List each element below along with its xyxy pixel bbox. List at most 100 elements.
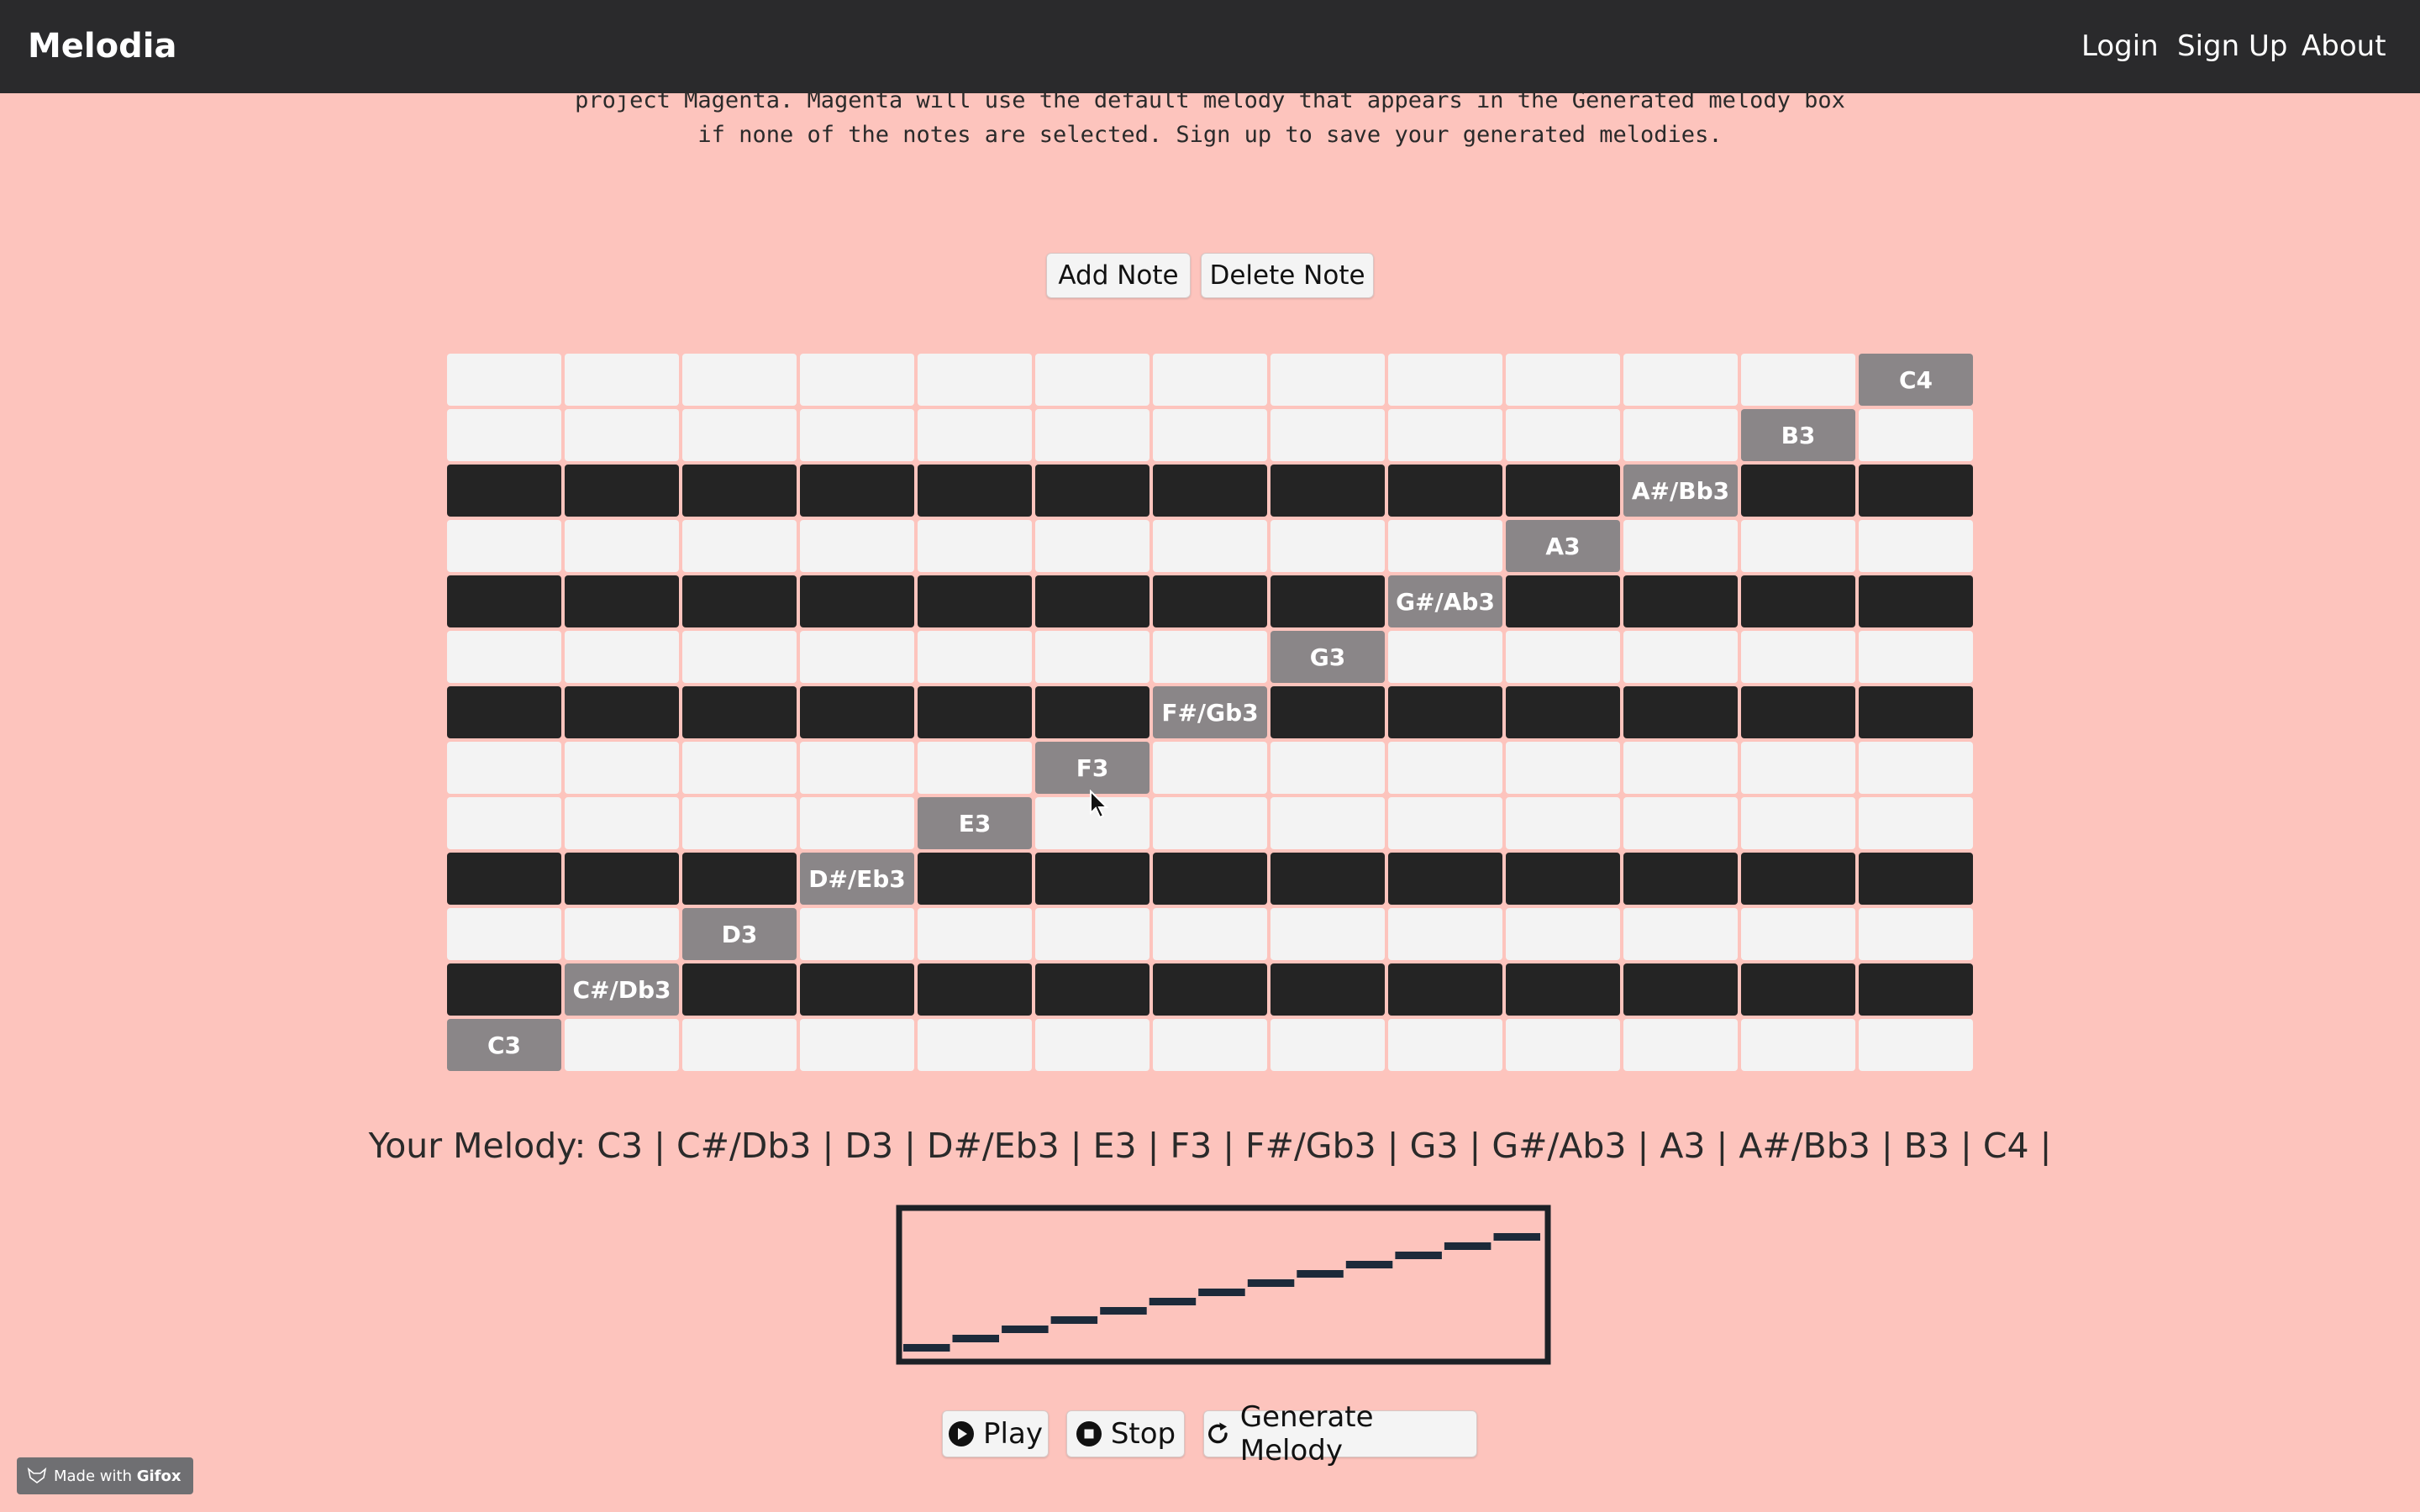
- note-cell[interactable]: [1388, 853, 1502, 905]
- note-cell[interactable]: [447, 631, 561, 683]
- note-cell[interactable]: [1859, 797, 1973, 849]
- note-cell[interactable]: [1388, 686, 1502, 738]
- note-cell[interactable]: [1506, 686, 1620, 738]
- note-cell[interactable]: [447, 354, 561, 406]
- note-cell[interactable]: [447, 575, 561, 627]
- note-cell[interactable]: [565, 409, 679, 461]
- note-cell[interactable]: [1270, 963, 1385, 1016]
- note-cell-selected[interactable]: D3: [682, 908, 797, 960]
- note-cell[interactable]: [1388, 797, 1502, 849]
- note-cell[interactable]: [1623, 963, 1738, 1016]
- note-cell[interactable]: [682, 742, 797, 794]
- note-cell[interactable]: [1859, 631, 1973, 683]
- note-cell[interactable]: [1153, 575, 1267, 627]
- note-cell-selected[interactable]: F#/Gb3: [1153, 686, 1267, 738]
- note-cell[interactable]: [918, 631, 1032, 683]
- note-cell[interactable]: [1506, 465, 1620, 517]
- add-note-button[interactable]: Add Note: [1046, 253, 1191, 298]
- note-cell[interactable]: [800, 354, 914, 406]
- note-cell[interactable]: [682, 686, 797, 738]
- note-cell[interactable]: [800, 963, 914, 1016]
- note-cell[interactable]: [1270, 1019, 1385, 1071]
- generate-melody-button[interactable]: Generate Melody: [1203, 1400, 1477, 1467]
- note-cell[interactable]: [1623, 631, 1738, 683]
- note-cell[interactable]: [1035, 520, 1150, 572]
- note-cell[interactable]: [565, 575, 679, 627]
- note-cell[interactable]: [1035, 963, 1150, 1016]
- note-cell[interactable]: [800, 520, 914, 572]
- note-cell-selected[interactable]: B3: [1741, 409, 1855, 461]
- note-cell[interactable]: [1859, 465, 1973, 517]
- note-cell[interactable]: [1153, 520, 1267, 572]
- note-cell[interactable]: [1741, 1019, 1855, 1071]
- note-cell[interactable]: [1623, 354, 1738, 406]
- note-cell[interactable]: [682, 575, 797, 627]
- note-cell[interactable]: [1153, 963, 1267, 1016]
- note-cell[interactable]: [1153, 908, 1267, 960]
- note-cell[interactable]: [1859, 1019, 1973, 1071]
- note-cell[interactable]: [1623, 409, 1738, 461]
- note-cell[interactable]: [682, 1019, 797, 1071]
- play-button[interactable]: Play: [942, 1410, 1049, 1457]
- note-cell[interactable]: [1623, 853, 1738, 905]
- note-cell[interactable]: [1623, 575, 1738, 627]
- nav-about-link[interactable]: About: [2302, 0, 2386, 93]
- note-cell-selected[interactable]: A#/Bb3: [1623, 465, 1738, 517]
- note-cell[interactable]: [800, 742, 914, 794]
- note-cell[interactable]: [1270, 409, 1385, 461]
- note-cell[interactable]: [1388, 354, 1502, 406]
- note-cell[interactable]: [1741, 853, 1855, 905]
- note-cell[interactable]: [682, 520, 797, 572]
- note-cell[interactable]: [1506, 1019, 1620, 1071]
- note-cell[interactable]: [447, 742, 561, 794]
- note-cell[interactable]: [682, 631, 797, 683]
- note-cell[interactable]: [1741, 797, 1855, 849]
- note-cell[interactable]: [1153, 465, 1267, 517]
- note-cell[interactable]: [1859, 853, 1973, 905]
- note-cell[interactable]: [1506, 409, 1620, 461]
- note-cell[interactable]: [1506, 797, 1620, 849]
- note-cell[interactable]: [1270, 853, 1385, 905]
- note-cell[interactable]: [565, 853, 679, 905]
- note-cell[interactable]: [1506, 631, 1620, 683]
- note-cell[interactable]: [1741, 908, 1855, 960]
- note-cell[interactable]: [800, 797, 914, 849]
- note-cell[interactable]: [447, 465, 561, 517]
- note-cell[interactable]: [682, 853, 797, 905]
- note-cell[interactable]: [565, 520, 679, 572]
- note-cell[interactable]: [1153, 1019, 1267, 1071]
- note-cell[interactable]: [1388, 465, 1502, 517]
- note-cell[interactable]: [918, 354, 1032, 406]
- note-cell[interactable]: [918, 409, 1032, 461]
- note-cell[interactable]: [1623, 908, 1738, 960]
- note-cell[interactable]: [1035, 908, 1150, 960]
- note-cell[interactable]: [1741, 354, 1855, 406]
- note-cell[interactable]: [1506, 575, 1620, 627]
- note-cell[interactable]: [1623, 520, 1738, 572]
- note-cell-selected[interactable]: C3: [447, 1019, 561, 1071]
- note-cell[interactable]: [1153, 797, 1267, 849]
- note-cell-selected[interactable]: F3: [1035, 742, 1150, 794]
- note-cell[interactable]: [1035, 465, 1150, 517]
- note-cell[interactable]: [682, 409, 797, 461]
- note-cell[interactable]: [1506, 354, 1620, 406]
- note-cell[interactable]: [1270, 797, 1385, 849]
- note-cell[interactable]: [800, 686, 914, 738]
- note-cell[interactable]: [1388, 409, 1502, 461]
- note-cell[interactable]: [1153, 409, 1267, 461]
- note-cell[interactable]: [1035, 575, 1150, 627]
- note-cell[interactable]: [1270, 520, 1385, 572]
- stop-button[interactable]: Stop: [1066, 1410, 1185, 1457]
- note-cell-selected[interactable]: C#/Db3: [565, 963, 679, 1016]
- note-cell[interactable]: [1741, 963, 1855, 1016]
- note-cell[interactable]: [1388, 908, 1502, 960]
- note-cell[interactable]: [1741, 742, 1855, 794]
- note-cell[interactable]: [1741, 686, 1855, 738]
- note-cell[interactable]: [800, 465, 914, 517]
- note-cell[interactable]: [1741, 520, 1855, 572]
- note-cell[interactable]: [682, 465, 797, 517]
- note-cell[interactable]: [682, 797, 797, 849]
- note-cell[interactable]: [565, 742, 679, 794]
- note-cell[interactable]: [565, 908, 679, 960]
- note-cell-selected[interactable]: D#/Eb3: [800, 853, 914, 905]
